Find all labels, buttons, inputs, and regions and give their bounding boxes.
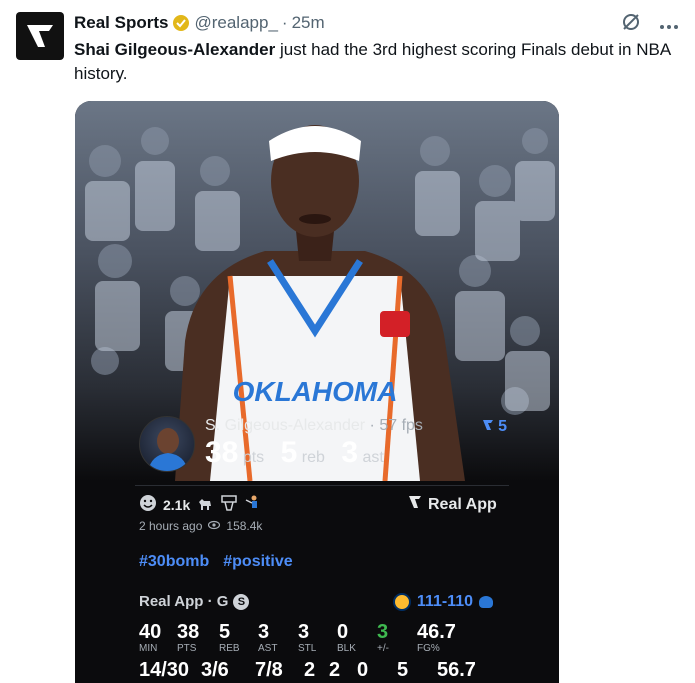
hashtags: #30bomb #positive <box>139 553 293 571</box>
brand-label: Real App <box>428 495 497 513</box>
real-vote-icon <box>482 418 498 435</box>
three-pt-value: 3/6 <box>201 659 229 681</box>
real-sports-logo-icon <box>27 25 53 47</box>
stat-rebounds-label: reb <box>301 449 325 466</box>
hashtag-positive[interactable]: #positive <box>223 553 292 571</box>
header-actions <box>621 12 679 37</box>
reactions-row: 2.1k <box>139 493 262 517</box>
stl-value: 3 <box>298 621 310 643</box>
plus-minus-label: +/- <box>377 643 389 654</box>
score-value: 111-110 <box>416 593 473 610</box>
ft-value: 7/8 <box>255 659 283 681</box>
player-statline: 38 pts 5 reb 3 ast <box>205 436 396 470</box>
blk-value: 0 <box>337 621 349 643</box>
player-name-line: S. Gilgeous-Alexander · 57 fps <box>205 417 423 435</box>
row2-col5-value: 2 <box>329 659 341 681</box>
basketball-hoop-icon <box>220 494 238 517</box>
pacers-logo-icon <box>392 593 411 611</box>
stat-assists-label: ast <box>362 449 384 466</box>
reb-value: 5 <box>219 621 231 643</box>
dunk-icon <box>244 494 262 517</box>
fps-separator: · <box>369 417 375 434</box>
reactions-count: 2.1k <box>163 497 191 513</box>
post-meta: 2 hours ago 158.4k <box>139 519 262 533</box>
row2-col6-value: 0 <box>357 659 369 681</box>
goat-icon <box>196 494 214 517</box>
player-headshot-icon <box>148 428 188 471</box>
fps-value: 57 fps <box>379 417 423 434</box>
account-avatar[interactable] <box>16 12 64 60</box>
ast-label: AST <box>258 643 278 654</box>
player-avatar[interactable] <box>139 416 195 472</box>
tweet-header: Real Sports @realapp_ · 25m <box>74 12 679 34</box>
hashtag-30bomb[interactable]: #30bomb <box>139 553 209 571</box>
tweet-time[interactable]: 25m <box>292 13 325 33</box>
fg-pct-value: 46.7 <box>417 621 456 643</box>
blk-label: BLK <box>337 643 356 654</box>
card-divider <box>135 485 509 486</box>
vote-button[interactable]: 5 <box>482 418 507 436</box>
real-app-link[interactable]: Real App <box>408 495 497 514</box>
reb-label: REB <box>219 643 240 654</box>
stat-points: 38 <box>205 436 239 469</box>
separator-dot: · <box>281 13 288 32</box>
ast-value: 3 <box>258 621 270 643</box>
vote-count: 5 <box>498 418 507 435</box>
verified-badge-icon <box>172 14 190 32</box>
player-name[interactable]: S. Gilgeous-Alexander <box>205 417 365 434</box>
thunder-logo-icon <box>479 596 493 608</box>
game-score[interactable]: 111-110 <box>392 593 493 611</box>
badge-s: S <box>233 593 250 610</box>
author-name[interactable]: Real Sports <box>74 13 168 33</box>
view-count: 158.4k <box>226 519 263 533</box>
real-app-logo-icon <box>408 495 422 514</box>
stat-rebounds: 5 <box>280 436 298 469</box>
pts-label: PTS <box>177 643 197 654</box>
min-value: 40 <box>139 621 162 643</box>
plus-minus-value: 3 <box>377 621 389 643</box>
grok-icon[interactable] <box>621 12 641 37</box>
stat-points-label: pts <box>242 449 265 466</box>
media-card[interactable]: OKLAHOMA S. Gilgeous-Alexander · 57 fps … <box>75 101 559 683</box>
tweet-text: Shai Gilgeous-Alexander just had the 3rd… <box>74 38 684 86</box>
stl-label: STL <box>298 643 317 654</box>
row2-col8-value: 56.7 <box>437 659 476 681</box>
game-header: Real App · G S 111-110 <box>139 593 499 613</box>
tweet-text-bold: Shai Gilgeous-Alexander <box>74 40 276 59</box>
player-summary: S. Gilgeous-Alexander · 57 fps 38 pts 5 … <box>139 416 507 472</box>
game-source-label: Real App · G <box>139 593 229 610</box>
fg-pct-label: FG% <box>417 643 440 654</box>
row2-col4-value: 2 <box>304 659 316 681</box>
smiley-icon[interactable] <box>139 494 157 517</box>
row2-col7-value: 5 <box>397 659 409 681</box>
min-label: MIN <box>139 643 158 654</box>
fg-value: 14/30 <box>139 659 190 681</box>
author-handle[interactable]: @realapp_ <box>194 13 277 33</box>
svg-text:OKLAHOMA: OKLAHOMA <box>233 376 398 407</box>
posted-time: 2 hours ago <box>139 519 203 533</box>
more-icon[interactable] <box>659 14 679 35</box>
pts-value: 38 <box>177 621 200 643</box>
stat-assists: 3 <box>341 436 359 469</box>
eye-icon <box>208 519 221 533</box>
